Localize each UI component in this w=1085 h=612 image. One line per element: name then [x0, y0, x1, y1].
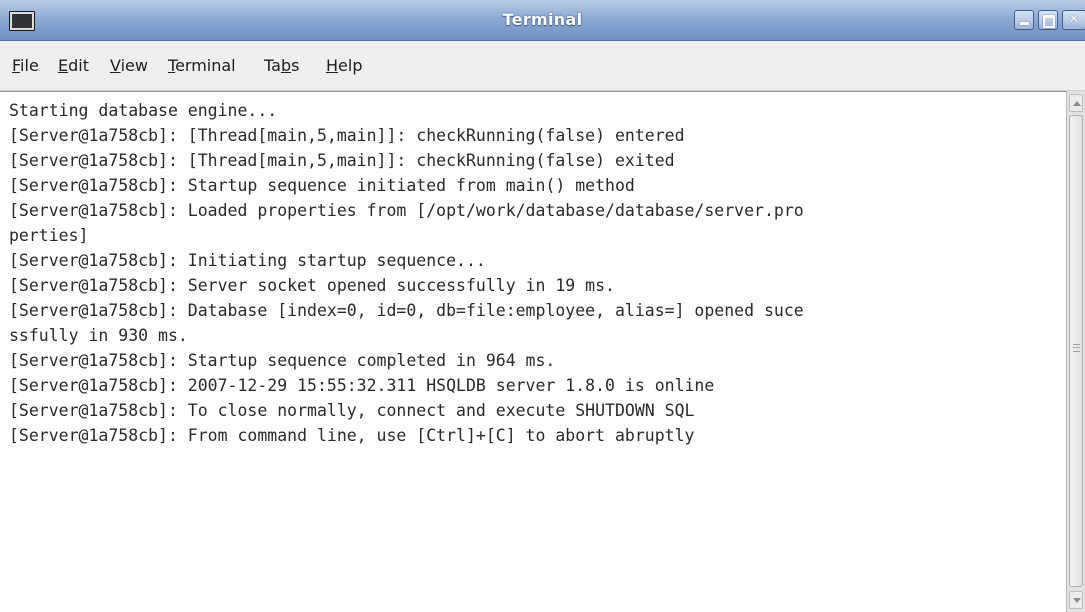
- terminal-line: [Server@1a758cb]: Server socket opened s…: [9, 276, 615, 295]
- vertical-scrollbar[interactable]: [1066, 91, 1085, 612]
- menu-terminal-label: erminal: [175, 56, 236, 75]
- menu-bar: File Edit View Terminal Tabs Help: [0, 41, 1085, 91]
- menu-tabs-label: s: [291, 56, 300, 75]
- terminal-line: [Server@1a758cb]: From command line, use…: [9, 426, 695, 445]
- menu-file-accel: F: [12, 56, 21, 75]
- terminal-line: [Server@1a758cb]: Startup sequence initi…: [9, 176, 635, 195]
- menu-file-label: ile: [20, 56, 39, 75]
- menu-help-accel: H: [326, 56, 339, 75]
- menu-tabs[interactable]: Tabs: [264, 41, 299, 90]
- scroll-up-button[interactable]: [1069, 94, 1083, 112]
- terminal-line: [Server@1a758cb]: Database [index=0, id=…: [9, 301, 804, 320]
- terminal-line: perties]: [9, 226, 89, 245]
- terminal-window: Terminal ✕ File Edit View Terminal Tabs …: [0, 0, 1085, 612]
- menu-tabs-pre: Ta: [264, 56, 281, 75]
- terminal-line: [Server@1a758cb]: Initiating startup seq…: [9, 251, 486, 270]
- menu-view[interactable]: View: [110, 41, 148, 90]
- terminal-line: [Server@1a758cb]: Loaded properties from…: [9, 201, 804, 220]
- menu-help[interactable]: Help: [326, 41, 362, 90]
- menu-terminal[interactable]: Terminal: [168, 41, 236, 90]
- minimize-button[interactable]: [1014, 10, 1034, 30]
- menu-edit-label: dit: [68, 56, 89, 75]
- maximize-icon: [1043, 15, 1055, 28]
- close-button[interactable]: ✕: [1062, 10, 1085, 30]
- arrow-down-icon: [1073, 598, 1081, 603]
- menu-terminal-accel: T: [168, 56, 176, 75]
- terminal-output[interactable]: Starting database engine... [Server@1a75…: [0, 91, 1066, 612]
- arrow-up-icon: [1073, 101, 1081, 106]
- terminal-line: [Server@1a758cb]: To close normally, con…: [9, 401, 695, 420]
- menu-view-accel: V: [110, 56, 121, 75]
- menu-view-label: iew: [120, 56, 148, 75]
- title-bar[interactable]: Terminal ✕: [0, 0, 1085, 41]
- terminal-line: [Server@1a758cb]: [Thread[main,5,main]]:…: [9, 151, 675, 170]
- window-title: Terminal: [502, 10, 583, 29]
- terminal-line: [Server@1a758cb]: Startup sequence compl…: [9, 351, 556, 370]
- terminal-line: ssfully in 930 ms.: [9, 326, 188, 345]
- menu-edit-accel: E: [58, 56, 69, 75]
- terminal-line: [Server@1a758cb]: 2007-12-29 15:55:32.31…: [9, 376, 715, 395]
- menu-help-label: elp: [338, 56, 363, 75]
- menu-tabs-accel: b: [280, 56, 292, 75]
- terminal-lines: Starting database engine... [Server@1a75…: [9, 98, 804, 448]
- menu-file[interactable]: File: [12, 41, 39, 90]
- scroll-thumb[interactable]: [1069, 115, 1083, 587]
- scroll-down-button[interactable]: [1069, 591, 1083, 609]
- maximize-button[interactable]: [1038, 10, 1058, 30]
- close-icon: ✕: [1068, 12, 1080, 27]
- minimize-icon: [1020, 22, 1029, 25]
- grip-icon: [1073, 344, 1080, 352]
- menu-edit[interactable]: Edit: [58, 41, 89, 90]
- terminal-line: [Server@1a758cb]: [Thread[main,5,main]]:…: [9, 126, 685, 145]
- terminal-line: Starting database engine...: [9, 101, 278, 120]
